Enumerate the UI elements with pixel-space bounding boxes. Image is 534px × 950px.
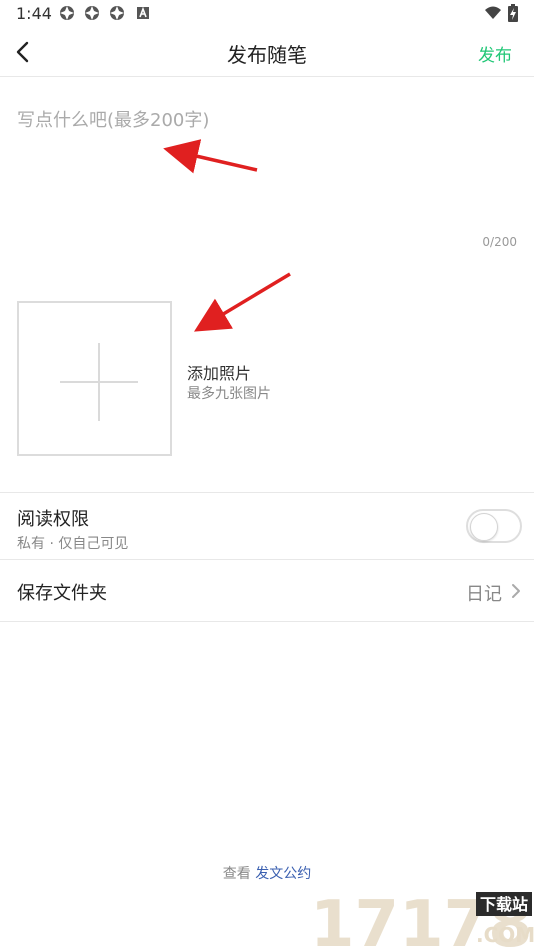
app-notification-icon <box>85 6 99 20</box>
svg-text:.COM: .COM <box>476 923 534 947</box>
post-text-input[interactable] <box>17 106 517 226</box>
add-photo-subtitle: 最多九张图片 <box>187 386 271 402</box>
plus-icon <box>60 343 138 421</box>
save-folder-row[interactable]: 保存文件夹 日记 <box>0 559 534 622</box>
status-time: 1:44 <box>16 4 52 23</box>
watermark-logo: 17178 下载站 .COM <box>310 888 534 950</box>
a-icon <box>137 6 149 19</box>
svg-text:下载站: 下载站 <box>480 895 528 914</box>
nav-bar: 发布随笔 发布 <box>0 28 534 77</box>
save-folder-title: 保存文件夹 <box>17 583 107 604</box>
publish-button[interactable]: 发布 <box>478 41 512 66</box>
annotation-arrow-icon <box>193 272 291 332</box>
footer-prefix: 查看 <box>222 866 251 882</box>
post-editor: 0/200 <box>0 76 534 256</box>
read-permission-toggle[interactable] <box>466 509 522 543</box>
add-photo-title: 添加照片 <box>187 364 252 383</box>
toggle-knob <box>470 513 498 541</box>
convention-link[interactable]: 发文公约 <box>255 866 311 882</box>
battery-charging-icon <box>508 4 518 22</box>
read-permission-row: 阅读权限 私有 · 仅自己可见 <box>0 492 534 560</box>
app-notification-icon <box>110 6 124 20</box>
app-notification-icon <box>60 6 74 20</box>
char-counter: 0/200 <box>482 235 517 249</box>
page-title: 发布随笔 <box>227 43 307 67</box>
status-bar: 1:44 <box>0 0 534 28</box>
read-permission-title: 阅读权限 <box>17 509 89 530</box>
chevron-right-icon <box>512 584 520 598</box>
footer-convention: 查看 发文公约 <box>0 863 534 883</box>
add-photo-button[interactable] <box>17 301 172 456</box>
wifi-icon <box>485 6 501 19</box>
read-permission-subtitle: 私有 · 仅自己可见 <box>17 536 129 552</box>
save-folder-value: 日记 <box>466 584 502 605</box>
